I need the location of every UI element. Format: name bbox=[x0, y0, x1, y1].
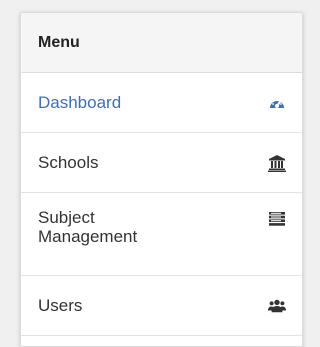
menu-item-schools[interactable]: Schools bbox=[21, 133, 302, 193]
menu-item-label: Subject Management bbox=[38, 208, 138, 246]
dashboard-icon bbox=[268, 94, 286, 112]
menu-item-label: Schools bbox=[38, 153, 99, 172]
list-icon bbox=[268, 210, 286, 228]
menu-item-subject-management[interactable]: Subject Management bbox=[21, 193, 302, 276]
users-icon bbox=[268, 297, 286, 315]
menu-item-label: Users bbox=[38, 296, 83, 315]
menu-item-users[interactable]: Users bbox=[21, 276, 302, 336]
menu-panel: Menu Dashboard Schools Subject Managemen… bbox=[20, 12, 303, 347]
menu-header: Menu bbox=[21, 13, 302, 73]
menu-item-label: Dashboard bbox=[38, 93, 122, 112]
institution-icon bbox=[268, 154, 286, 172]
menu-item-dashboard[interactable]: Dashboard bbox=[21, 73, 302, 133]
